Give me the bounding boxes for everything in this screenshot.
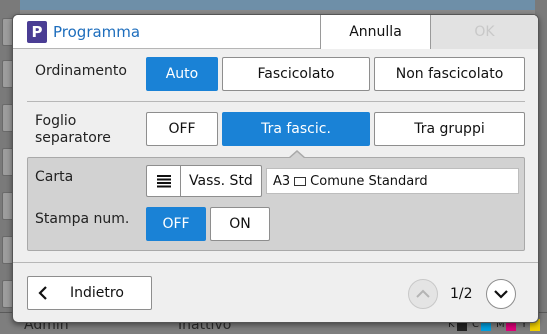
sort-collated-button[interactable]: Fascicolato [222,57,370,91]
chevron-left-icon [28,286,58,300]
separator-off-button[interactable]: OFF [146,112,218,146]
page-indicator: 1/2 [450,286,473,302]
separator-label-line2: separatore [35,130,111,146]
sort-label: Ordinamento [35,63,127,79]
section-divider [27,101,525,102]
separator-between-sets-button[interactable]: Tra fascic. [222,112,370,146]
program-icon: P [27,21,47,43]
paper-tray-icon [147,166,181,196]
footer-divider [13,262,538,263]
separator-label-line1: Foglio [35,113,77,129]
back-button[interactable]: Indietro [27,276,152,310]
dialog-titlebar: P Programma Annulla OK [13,15,538,49]
paper-tray-label: Vass. Std [189,173,253,189]
paper-tray-button[interactable]: Vass. Std [146,165,262,197]
print-number-label: Stampa num. [35,211,130,227]
background-header [0,0,547,10]
separator-label: Foglio separatore [35,113,111,147]
paper-type: Comune Standard [310,173,428,189]
print-number-on-button[interactable]: ON [210,207,270,241]
dialog-title: Programma [53,23,141,41]
paper-label: Carta [35,169,74,185]
separator-between-groups-button[interactable]: Tra gruppi [374,112,525,146]
panel-pointer-inner [289,152,305,159]
sort-auto-button[interactable]: Auto [146,57,218,91]
page-up-button[interactable] [408,279,438,309]
paper-size: A3 [273,173,291,189]
chevron-down-icon [494,290,508,299]
paper-info-field: A3 Comune Standard [266,168,519,194]
cancel-button[interactable]: Annulla [320,15,431,49]
sort-uncollated-button[interactable]: Non fascicolato [374,57,525,91]
back-label: Indietro [70,285,124,301]
program-dialog: P Programma Annulla OK Ordinamento Auto … [12,14,539,323]
print-number-off-button[interactable]: OFF [146,207,206,241]
ok-button[interactable]: OK [431,15,538,49]
page-down-button[interactable] [486,279,516,309]
chevron-up-icon [416,289,430,298]
paper-sheet-icon [294,176,307,186]
